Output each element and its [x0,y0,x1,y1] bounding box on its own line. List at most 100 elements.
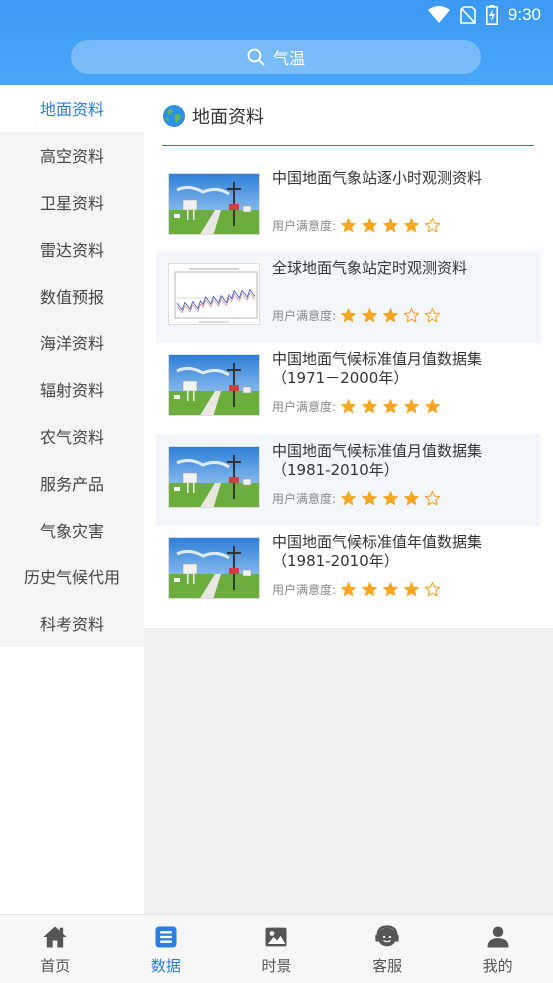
support-icon [375,924,399,946]
star-empty-icon [424,307,441,323]
sidebar-item[interactable]: 辐射资料 [0,366,144,413]
star-empty-icon [424,581,441,597]
dataset-card[interactable]: 全球地面气象站定时观测资料用户满意度: [156,251,541,343]
sidebar-item[interactable]: 科考资料 [0,600,144,647]
satisfaction-rating: 用户满意度: [272,398,445,415]
star-filled-icon [362,582,377,597]
search-bar[interactable]: 气温 [71,40,481,74]
star-filled-icon [341,582,356,597]
rating-label: 用户满意度: [272,309,337,323]
nav-image[interactable]: 时景 [221,915,332,983]
nav-label: 数据 [150,956,181,975]
nav-label: 首页 [40,956,71,975]
star-filled-icon [425,399,440,414]
satisfaction-rating: 用户满意度: [272,581,445,598]
rating-label: 用户满意度: [272,583,337,597]
wifi-icon [427,6,450,23]
weather-station-thumbnail [169,174,259,234]
star-filled-icon [383,399,398,414]
dataset-card[interactable]: 中国地面气候标准值年值数据集（1981-2010年） 用户满意度: [156,525,541,617]
section-divider [162,145,534,146]
data-icon [155,926,177,947]
search-input[interactable]: 气温 [273,45,305,69]
star-filled-icon [404,218,419,233]
sidebar-item[interactable]: 气象灾害 [0,506,144,553]
app-header: 9:30 气温 [0,0,553,85]
bottom-navigation: 首页 数据 时景 客服 我的 [0,914,553,983]
star-filled-icon [341,491,356,506]
dataset-title: 全球地面气象站定时观测资料 [272,259,468,277]
category-sidebar: 地面资料 高空资料 卫星资料 雷达资料 数值预报 海洋资料 辐射资料 农气资料 服务产品 气象灾害… [0,85,144,914]
star-empty-icon [403,307,420,323]
rating-label: 用户满意度: [272,400,337,414]
globe-icon [163,105,185,127]
sidebar-item[interactable]: 服务产品 [0,459,144,506]
weather-station-thumbnail [169,447,259,507]
sidebar-item[interactable]: 历史气候代用 [0,553,144,600]
dataset-title: 中国地面气候标准值月值数据集（1971－2000年） [272,350,483,387]
user-icon [487,926,509,947]
star-filled-icon [362,308,377,323]
dataset-card[interactable]: 中国地面气象站逐小时观测资料用户满意度: [156,161,541,253]
nav-label: 时景 [261,956,292,975]
search-icon [247,48,265,66]
star-filled-icon [404,582,419,597]
rating-label: 用户满意度: [272,219,337,233]
star-filled-icon [383,218,398,233]
satisfaction-rating: 用户满意度: [272,490,445,507]
dataset-title: 中国地面气象站逐小时观测资料 [272,169,483,187]
star-filled-icon [362,491,377,506]
star-filled-icon [383,491,398,506]
content-panel: 地面资料 中国地面气象站逐小时观测资料 用户满意度: 全球地面气象站定时观测资料用… [144,85,553,628]
sidebar-item[interactable]: 雷达资料 [0,225,144,272]
star-filled-icon [362,218,377,233]
dataset-title: 中国地面气候标准值月值数据集（1981-2010年） [272,442,483,479]
star-filled-icon [383,582,398,597]
dataset-thumbnail [168,537,260,599]
nav-support[interactable]: 客服 [332,915,443,983]
star-filled-icon [404,399,419,414]
sidebar-item[interactable]: 卫星资料 [0,179,144,226]
dataset-title: 中国地面气候标准值年值数据集（1981-2010年） [272,533,483,570]
weather-station-thumbnail [169,538,259,598]
status-time: 9:30 [507,5,541,24]
dataset-thumbnail [168,354,260,416]
rating-label: 用户满意度: [272,492,337,506]
star-filled-icon [362,399,377,414]
satisfaction-rating: 用户满意度: [272,307,445,324]
dataset-card[interactable]: 中国地面气候标准值月值数据集（1981-2010年） 用户满意度: [156,434,541,526]
dataset-card[interactable]: 中国地面气候标准值月值数据集（1971－2000年） 用户满意度: [156,342,541,434]
star-filled-icon [404,491,419,506]
star-empty-icon [424,490,441,506]
weather-station-thumbnail [169,355,259,415]
nav-label: 我的 [482,956,513,975]
satisfaction-rating: 用户满意度: [272,217,445,234]
sidebar-item[interactable]: 数值预报 [0,272,144,319]
section-header: 地面资料 [162,103,264,129]
battery-charging-icon [485,5,498,25]
home-icon [43,926,67,947]
status-icons: 9:30 [427,5,541,25]
section-title: 地面资料 [192,107,264,128]
nav-home[interactable]: 首页 [0,915,111,983]
no-sim-icon [460,6,476,24]
category-list: 地面资料 高空资料 卫星资料 雷达资料 数值预报 海洋资料 辐射资料 农气资料 服务产品 气象灾害… [0,85,144,647]
star-filled-icon [341,399,356,414]
nav-user[interactable]: 我的 [442,915,553,983]
star-filled-icon [341,218,356,233]
nav-data[interactable]: 数据 [111,915,222,983]
nav-label: 客服 [372,956,403,975]
image-icon [265,927,287,946]
temperature-chart-thumbnail [169,264,259,324]
sidebar-item[interactable]: 高空资料 [0,132,144,179]
dataset-thumbnail [168,446,260,508]
star-filled-icon [383,308,398,323]
dataset-thumbnail [168,263,260,325]
star-empty-icon [424,217,441,233]
sidebar-item[interactable]: 地面资料 [0,85,144,132]
status-bar: 9:30 [0,0,553,32]
sidebar-item[interactable]: 海洋资料 [0,319,144,366]
star-filled-icon [341,308,356,323]
sidebar-item[interactable]: 农气资料 [0,413,144,460]
dataset-thumbnail [168,173,260,235]
